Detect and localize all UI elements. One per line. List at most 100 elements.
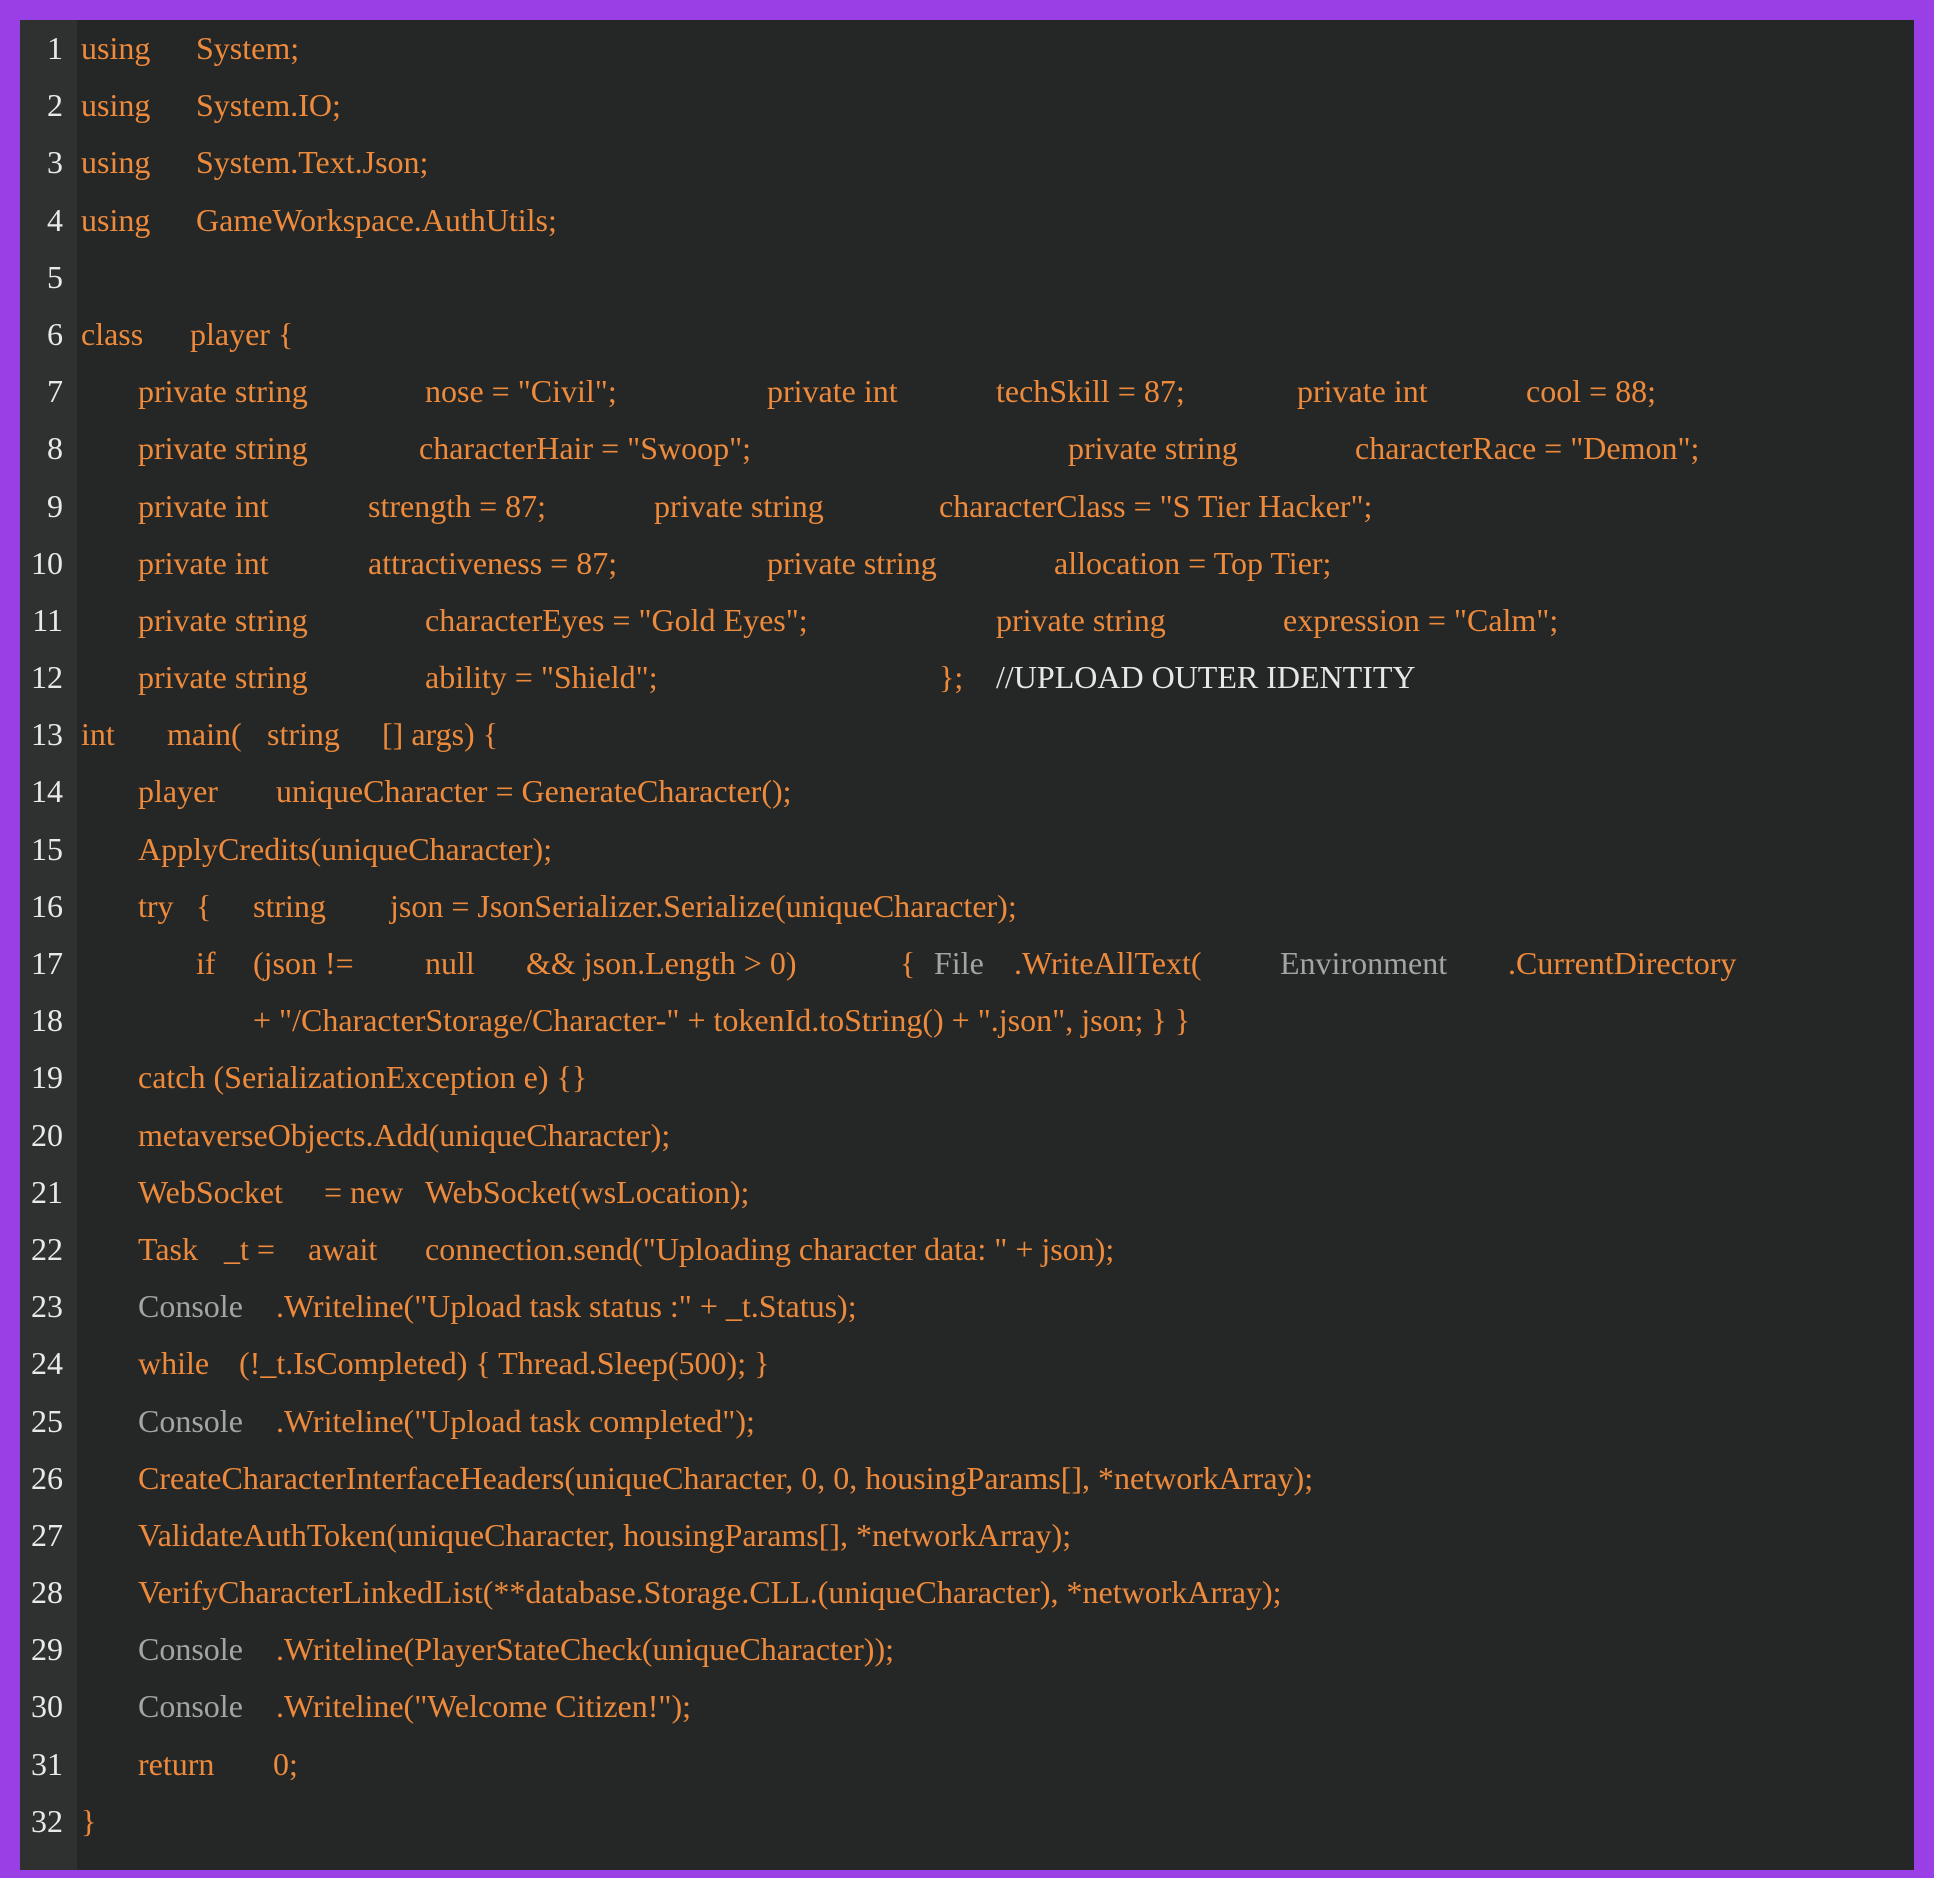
line-number: 21: [31, 1173, 63, 1210]
code-token: private string: [767, 544, 937, 581]
line-number: 26: [31, 1459, 63, 1496]
code-token: Console: [138, 1402, 243, 1439]
line-number: 8: [47, 430, 63, 467]
code-line: 13 int main(string [] args) {: [20, 706, 1914, 763]
code-token: strength = 87;: [368, 487, 547, 524]
code-token: connection.send("Uploading character dat…: [425, 1230, 1115, 1267]
code-token: {: [900, 945, 916, 981]
code-token: metaverseObjects.Add(uniqueCharacter);: [138, 1116, 671, 1153]
line-number: 29: [31, 1631, 63, 1668]
code-token: Console: [138, 1288, 243, 1325]
code-token: string: [253, 887, 326, 924]
code-token: player {: [190, 315, 294, 352]
code-line: 12 private string ability = "Shield";}; //U…: [20, 649, 1914, 706]
code-line: 5: [20, 249, 1914, 306]
code-token: Console: [138, 1688, 243, 1725]
code-line: 25 Console .Writeline("Upload task complet…: [20, 1393, 1914, 1450]
code-token: Task: [138, 1230, 198, 1267]
line-number: 23: [31, 1288, 63, 1325]
code-token: WebSocket: [138, 1173, 283, 1210]
code-token: ability = "Shield";: [425, 659, 658, 696]
code-line: 18 + "/CharacterStorage/Character-" + tok…: [20, 992, 1914, 1049]
code-token: };: [939, 659, 964, 696]
line-number: 22: [31, 1230, 63, 1267]
line-number: 18: [31, 1002, 63, 1039]
code-line: 8 private string characterHair = "Swoop"; p…: [20, 420, 1914, 477]
code-line: 1 using System;: [20, 20, 1914, 77]
line-number: 17: [31, 945, 63, 981]
code-token: characterRace = "Demon";: [1355, 430, 1700, 467]
code-token: private int: [767, 373, 898, 410]
code-token: private string: [138, 430, 308, 467]
line-number: 32: [31, 1802, 63, 1839]
code-line: 29 Console .Writeline(PlayerStateCheck(uni…: [20, 1621, 1914, 1678]
code-token: catch (SerializationException e) {}: [138, 1059, 588, 1096]
line-number: 6: [47, 315, 63, 352]
line-number: 31: [31, 1745, 63, 1782]
code-token: private string: [138, 601, 308, 638]
code-token: VerifyCharacterLinkedList(**database.Sto…: [138, 1574, 1282, 1611]
code-line: 24 while (!_t.IsCompleted) { Thread.Sleep(…: [20, 1335, 1914, 1392]
line-number: 15: [31, 830, 63, 867]
code-line: 21 WebSocket = new WebSocket(wsLocation);: [20, 1164, 1914, 1221]
line-number: 4: [47, 201, 63, 238]
code-token: expression = "Calm";: [1283, 601, 1559, 638]
code-token: }: [81, 1802, 97, 1839]
code-token: System.Text.Json;: [196, 144, 429, 181]
code-token: (!_t.IsCompleted) { Thread.Sleep(500); }: [239, 1345, 770, 1382]
code-token: private int: [138, 487, 269, 524]
line-number: 20: [31, 1116, 63, 1153]
line-number: 12: [31, 659, 63, 696]
code-token: + "/CharacterStorage/Character-" + token…: [253, 1002, 1191, 1039]
code-token: attractiveness = 87;: [368, 544, 618, 581]
code-token: _t =: [224, 1230, 275, 1267]
code-line: 30 Console .Writeline("Welcome Citizen!");: [20, 1678, 1914, 1735]
line-number: 16: [31, 887, 63, 924]
code-token: characterEyes = "Gold Eyes";: [425, 601, 808, 638]
code-line: 3 using System.Text.Json;: [20, 134, 1914, 191]
code-token: && json.Length > 0): [526, 945, 797, 981]
line-number: 11: [32, 601, 63, 638]
code-token: 0;: [273, 1745, 298, 1782]
code-line: 28 VerifyCharacterLinkedList(**database.S…: [20, 1564, 1914, 1621]
code-line: 16 try {string json = JsonSerializer.Serial…: [20, 878, 1914, 935]
line-number: 25: [31, 1402, 63, 1439]
code-line: 4 using GameWorkspace.AuthUtils;: [20, 192, 1914, 249]
code-line: 31 return 0;: [20, 1736, 1914, 1793]
code-token: string: [267, 716, 340, 753]
code-token: Environment: [1280, 945, 1448, 981]
code-token: int: [81, 716, 115, 753]
code-token: using: [81, 87, 151, 124]
code-token: = new: [324, 1173, 404, 1210]
code-token: if: [196, 945, 216, 981]
code-line: 17 if (json != null && json.Length > 0) {File…: [20, 935, 1914, 992]
line-number: 30: [31, 1688, 63, 1725]
code-token: private string: [1068, 430, 1238, 467]
line-number: 24: [31, 1345, 63, 1382]
code-token: while: [138, 1345, 210, 1382]
code-editor[interactable]: 1 using System; 2 using System.IO; 3 using Syste…: [20, 20, 1914, 1870]
code-line: 2 using System.IO;: [20, 77, 1914, 134]
code-token: using: [81, 30, 151, 66]
code-line: 26 CreateCharacterInterfaceHeaders(unique…: [20, 1450, 1914, 1507]
code-token: nose = "Civil";: [425, 373, 617, 410]
code-token: private int: [138, 544, 269, 581]
code-token: private string: [138, 659, 308, 696]
code-comment: //UPLOAD OUTER IDENTITY: [996, 659, 1416, 696]
code-lines: 1 using System; 2 using System.IO; 3 using Syste…: [20, 20, 1914, 1850]
code-token: .Writeline("Welcome Citizen!");: [276, 1688, 691, 1725]
code-line: 27 ValidateAuthToken(uniqueCharacter, hou…: [20, 1507, 1914, 1564]
code-token: main(: [167, 716, 242, 753]
line-number: 13: [31, 716, 63, 753]
code-token: .WriteAllText(: [1014, 945, 1202, 981]
code-token: player: [138, 773, 218, 810]
code-line: 11 private string characterEyes = "Gold Ey…: [20, 592, 1914, 649]
line-number: 7: [47, 373, 63, 410]
code-token: Console: [138, 1631, 243, 1668]
code-token: (json !=: [253, 945, 354, 981]
line-number: 5: [47, 258, 63, 295]
code-token: .Writeline("Upload task completed");: [276, 1402, 755, 1439]
code-token: characterHair = "Swoop";: [419, 430, 752, 467]
code-token: uniqueCharacter = GenerateCharacter();: [276, 773, 792, 810]
line-number: 28: [31, 1574, 63, 1611]
